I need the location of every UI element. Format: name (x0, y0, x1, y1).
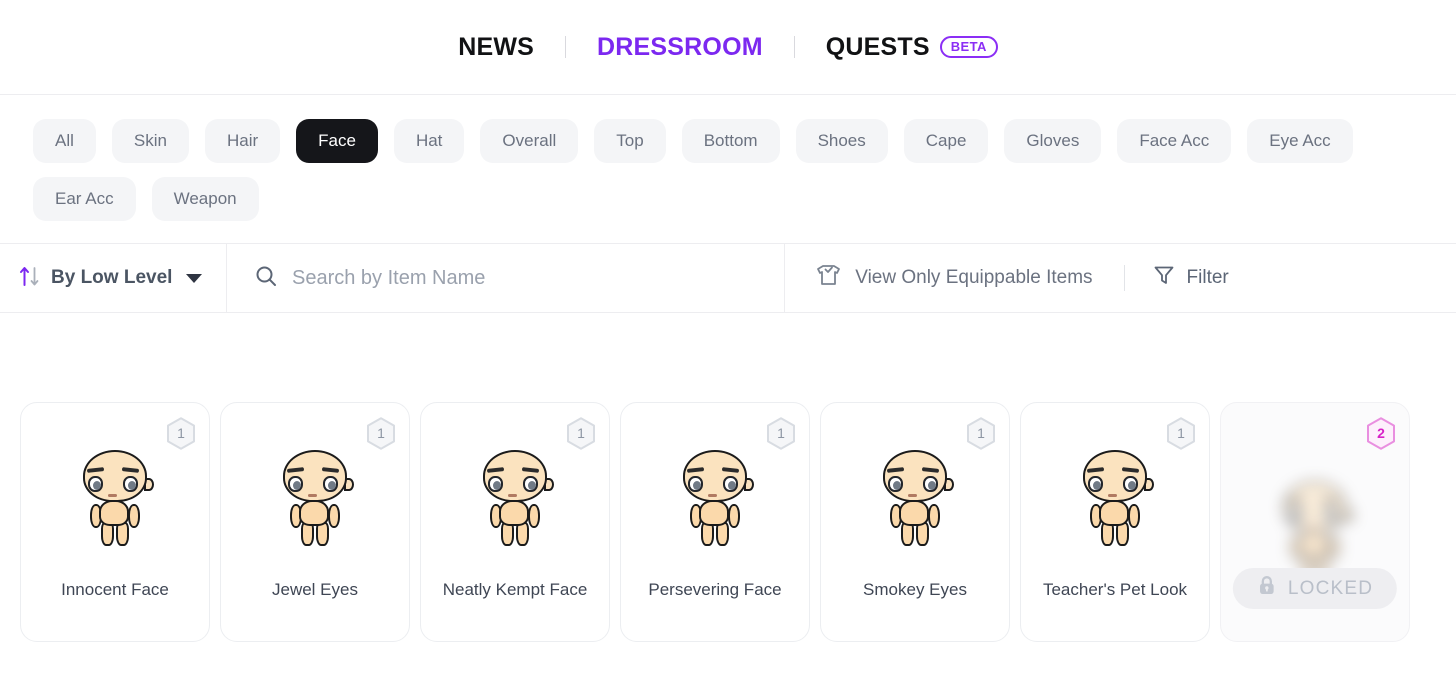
nav-item-label: NEWS (458, 32, 535, 61)
funnel-icon (1153, 264, 1175, 292)
category-chip-label: Hat (415, 131, 443, 150)
view-equippable-toggle[interactable]: View Only Equippable Items (815, 263, 1093, 293)
category-chip-eye-acc[interactable]: Eye Acc (1247, 119, 1353, 163)
toolbar-right-actions: View Only Equippable Items Filter (785, 244, 1456, 312)
level-badge-value: 1 (1177, 425, 1185, 441)
character-sprite (77, 450, 154, 547)
nav-item-dressroom[interactable]: DRESSROOM (583, 32, 777, 61)
character-sprite (277, 450, 354, 547)
category-chip-face[interactable]: Face (296, 119, 378, 163)
item-name: Teacher's Pet Look (1042, 580, 1188, 600)
locked-badge: LOCKED (1232, 568, 1398, 609)
item-card[interactable]: 1 Smokey Eyes (820, 402, 1010, 642)
level-badge-value: 1 (577, 425, 585, 441)
category-chip-label: Top (616, 131, 644, 150)
item-card[interactable]: 1 Jewel Eyes (220, 402, 410, 642)
tshirt-check-icon (815, 263, 842, 293)
character-sprite (877, 450, 954, 547)
category-chip-label: Skin (133, 131, 167, 150)
item-card[interactable]: 1 Persevering Face (620, 402, 810, 642)
character-sprite (677, 450, 754, 547)
item-name: Persevering Face (648, 580, 782, 600)
level-badge-value: 1 (177, 425, 185, 441)
category-chip-label: Gloves (1026, 131, 1080, 150)
category-chip-list: All Skin Hair Face Hat Overall Top Bottom Shoes C… (0, 95, 1456, 243)
category-chip-label: Shoes (817, 131, 866, 150)
level-badge-value: 1 (977, 425, 985, 441)
toolbar-divider (1123, 265, 1125, 291)
item-grid: 1 Innocent Face 1 Jewel Eyes 1 Neatly Kempt F… (0, 313, 1456, 642)
category-chip-hat[interactable]: Hat (393, 119, 465, 163)
category-chip-bottom[interactable]: Bottom (681, 119, 780, 163)
lock-icon (1257, 575, 1277, 602)
category-chip-label: Weapon (173, 189, 237, 208)
category-chip-weapon[interactable]: Weapon (151, 177, 259, 221)
character-sprite (1277, 481, 1354, 577)
item-name: Jewel Eyes (272, 580, 358, 600)
nav-item-label: DRESSROOM (597, 32, 763, 61)
category-chip-label: Bottom (703, 131, 758, 150)
level-badge: 1 (166, 417, 196, 450)
category-chip-label: Eye Acc (1269, 131, 1331, 150)
sort-arrows-icon (19, 265, 42, 292)
view-equippable-label: View Only Equippable Items (855, 267, 1093, 288)
nav-divider (565, 36, 567, 58)
level-badge: 1 (566, 417, 596, 450)
level-badge: 1 (966, 417, 996, 450)
sort-dropdown[interactable]: By Low Level (0, 244, 227, 312)
nav-divider (793, 36, 795, 58)
nav-item-news[interactable]: NEWS (444, 32, 548, 61)
level-badge: 1 (766, 417, 796, 450)
category-chip-skin[interactable]: Skin (111, 119, 189, 163)
category-chip-hair[interactable]: Hair (204, 119, 281, 163)
item-name: Neatly Kempt Face (442, 580, 588, 600)
search-input[interactable] (292, 266, 785, 290)
category-chip-all[interactable]: All (33, 119, 96, 163)
level-badge-value: 1 (377, 425, 385, 441)
item-card[interactable]: 1 Teacher's Pet Look (1020, 402, 1210, 642)
locked-label: LOCKED (1287, 577, 1374, 599)
level-badge: 1 (1166, 417, 1196, 450)
nav-item-label: QUESTS (825, 32, 930, 61)
category-chip-cape[interactable]: Cape (903, 119, 989, 163)
category-chip-ear-acc[interactable]: Ear Acc (33, 177, 136, 221)
level-badge: 1 (366, 417, 396, 450)
category-chip-overall[interactable]: Overall (480, 119, 579, 163)
top-navigation: NEWS DRESSROOM QUESTS BETA (0, 0, 1456, 95)
sort-label: By Low Level (51, 267, 173, 288)
item-name: Innocent Face (61, 580, 169, 600)
category-chip-label: All (55, 131, 74, 150)
category-chip-label: Hair (226, 131, 259, 150)
search-icon (254, 264, 278, 293)
search-bar[interactable] (227, 244, 786, 312)
beta-badge: BETA (939, 36, 998, 58)
category-chip-shoes[interactable]: Shoes (795, 119, 888, 163)
category-chip-label: Face Acc (1139, 131, 1210, 150)
category-chip-label: Overall (502, 131, 557, 150)
item-card-locked[interactable]: 2 LOCKED (1220, 402, 1410, 642)
chevron-down-icon (186, 273, 203, 283)
category-chip-label: Cape (925, 131, 967, 150)
item-card[interactable]: 1 Innocent Face (20, 402, 210, 642)
category-chip-face-acc[interactable]: Face Acc (1117, 119, 1232, 163)
category-chip-gloves[interactable]: Gloves (1004, 119, 1102, 163)
item-card[interactable]: 1 Neatly Kempt Face (420, 402, 610, 642)
nav-item-quests[interactable]: QUESTS BETA (812, 32, 1012, 61)
filter-button[interactable]: Filter (1153, 264, 1229, 292)
category-chip-top[interactable]: Top (594, 119, 666, 163)
character-sprite (477, 450, 554, 547)
category-chip-label: Face (318, 131, 356, 150)
item-name: Smokey Eyes (863, 580, 967, 600)
level-badge-value: 1 (777, 425, 785, 441)
filter-label: Filter (1186, 267, 1229, 288)
category-chip-label: Ear Acc (55, 189, 114, 208)
items-toolbar: By Low Level View Only Equippable Items (0, 243, 1456, 313)
character-sprite (1077, 450, 1154, 547)
